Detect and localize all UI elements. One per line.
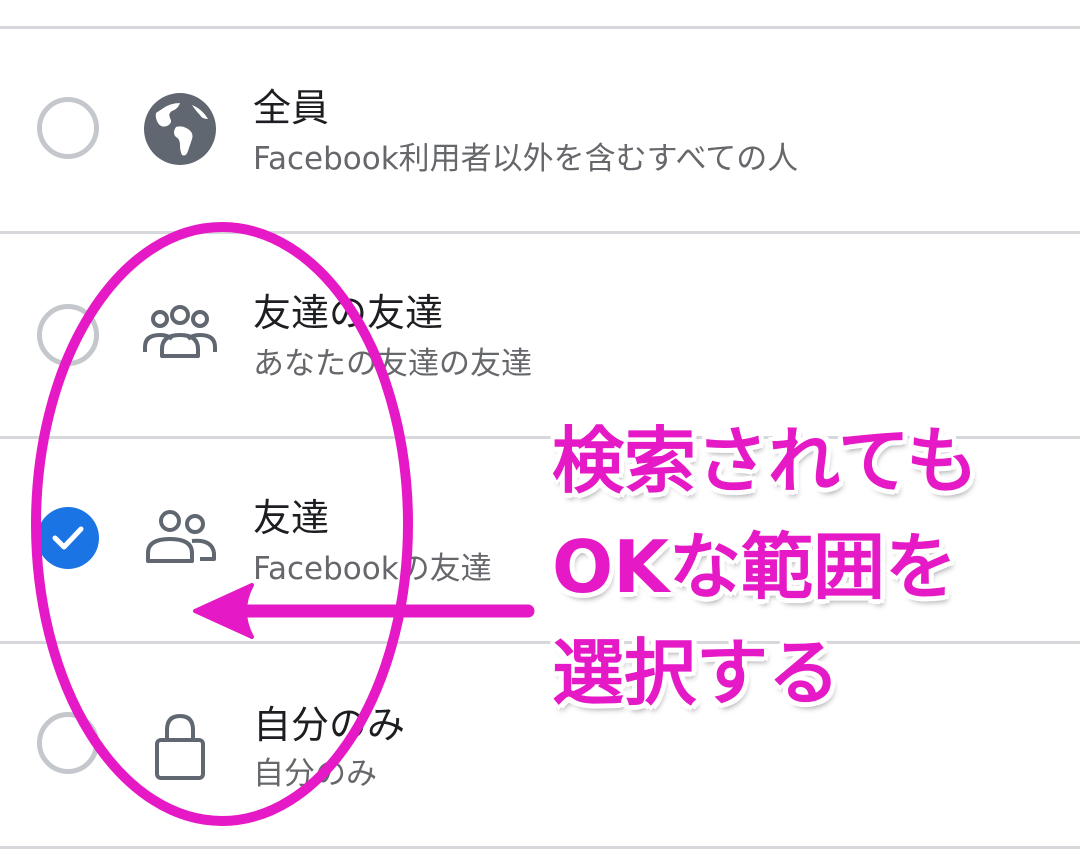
annotation-caption: 検索されても OKな範囲を 選択する xyxy=(552,408,1072,726)
caption-line: 検索されても xyxy=(552,419,979,503)
option-subtitle: あなたの友達の友達 xyxy=(253,346,532,382)
caption-line: 選択する xyxy=(552,631,841,715)
option-subtitle: Facebook利用者以外を含むすべての人 xyxy=(253,141,799,177)
friends-icon xyxy=(140,499,220,579)
option-title: 自分のみ xyxy=(253,703,406,747)
radio-public[interactable] xyxy=(37,97,99,159)
option-title: 全員 xyxy=(253,86,330,130)
privacy-audience-screen: 全員 Facebook利用者以外を含むすべての人 友達の友達 あなたの友達の友達 xyxy=(0,0,1080,864)
radio-friends-of-friends[interactable] xyxy=(37,304,99,366)
lock-icon xyxy=(140,704,220,784)
globe-icon xyxy=(140,89,220,169)
option-title: 友達の友達 xyxy=(253,291,444,335)
radio-friends-selected[interactable] xyxy=(37,507,99,569)
option-public[interactable]: 全員 Facebook利用者以外を含むすべての人 xyxy=(0,29,1080,231)
friends-of-friends-icon xyxy=(140,294,220,374)
option-subtitle: Facebookの友達 xyxy=(253,551,492,587)
checkmark-icon xyxy=(52,526,84,550)
caption-line: OKな範囲を xyxy=(552,525,958,609)
option-title: 友達 xyxy=(253,496,330,540)
radio-only-me[interactable] xyxy=(37,712,99,774)
option-subtitle: 自分のみ xyxy=(253,756,377,792)
divider xyxy=(0,846,1080,849)
option-friends-of-friends[interactable]: 友達の友達 あなたの友達の友達 xyxy=(0,234,1080,436)
